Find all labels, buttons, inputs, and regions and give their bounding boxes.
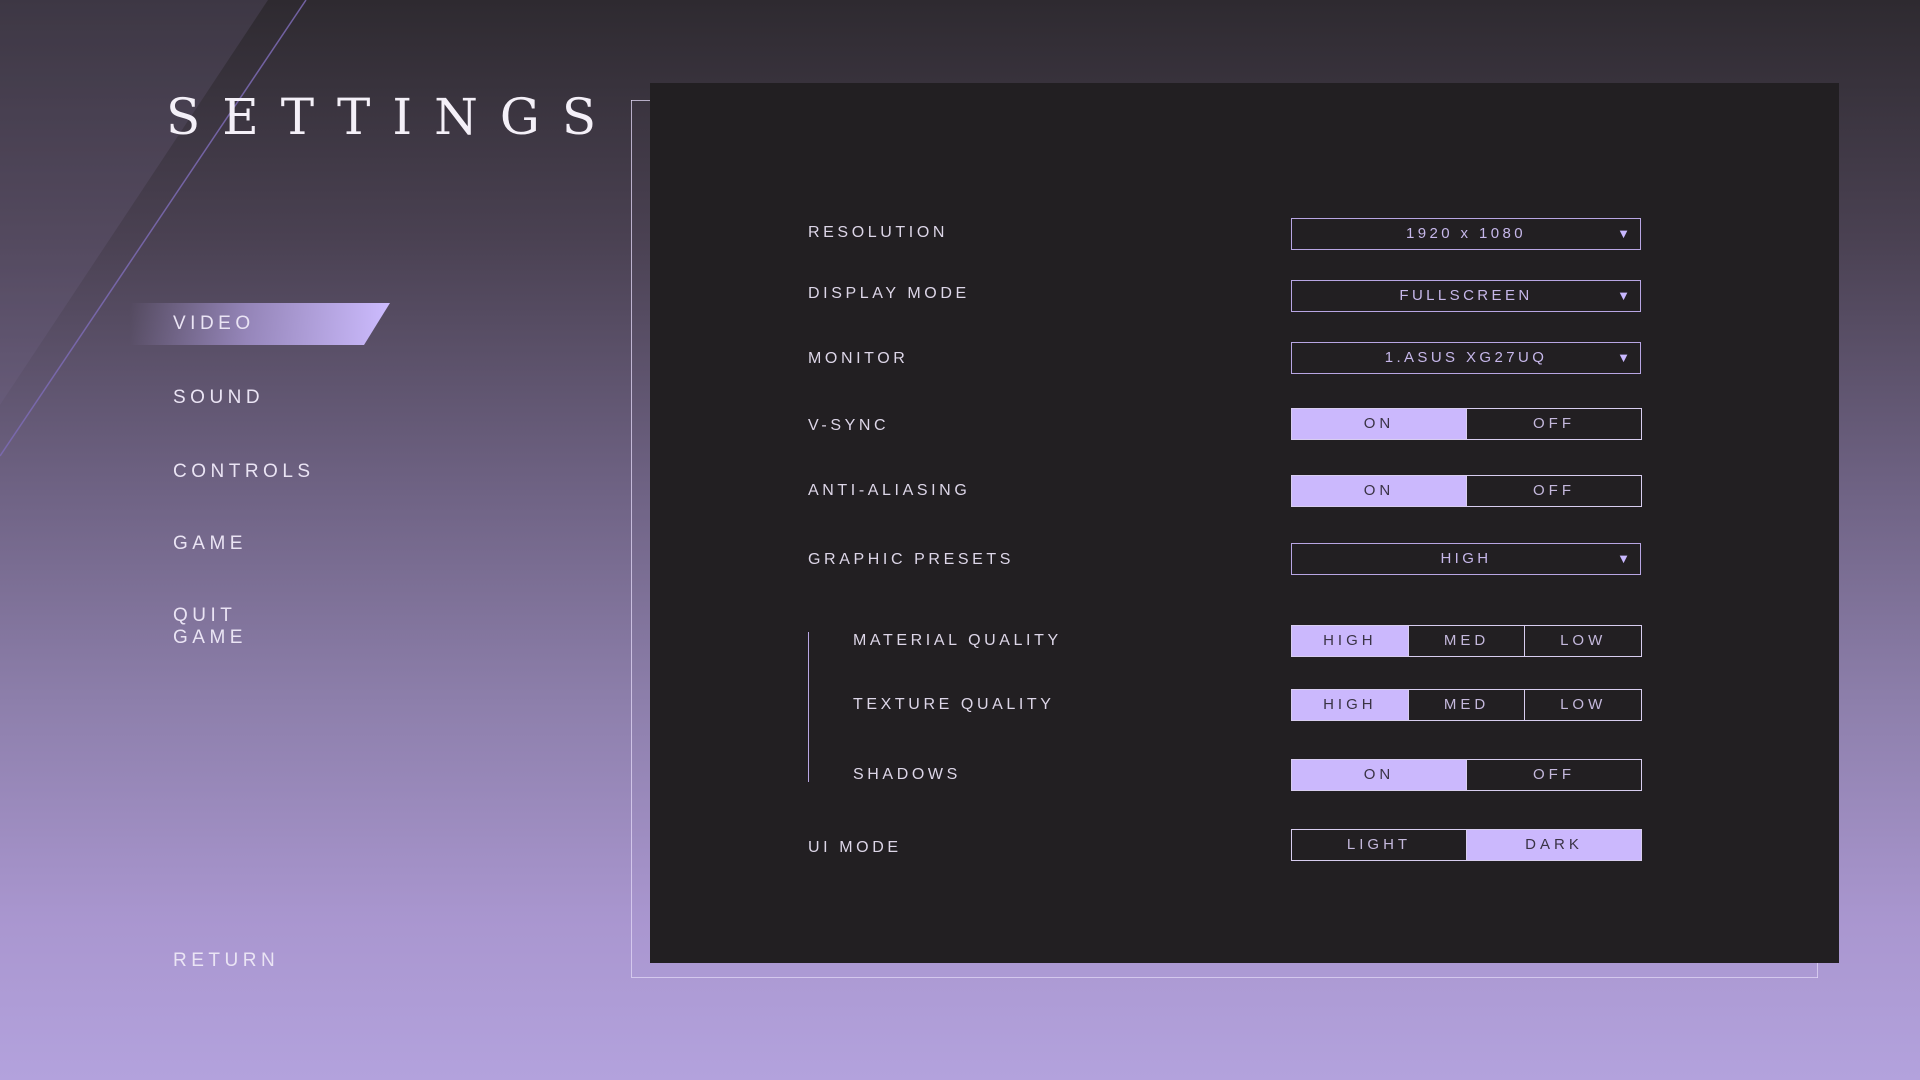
chevron-down-icon: ▼	[1617, 288, 1630, 303]
texture-quality-low-option[interactable]: LOW	[1524, 690, 1641, 720]
nav-item-controls[interactable]: CONTROLS	[173, 461, 315, 483]
anti-aliasing-label: ANTI-ALIASING	[808, 482, 971, 499]
graphic-presets-label: GRAPHIC PRESETS	[808, 551, 1015, 568]
vsync-toggle: ON OFF	[1291, 408, 1642, 440]
presets-sub-bracket	[808, 632, 809, 782]
nav-item-video[interactable]: VIDEO	[173, 313, 255, 335]
ui-mode-label: UI MODE	[808, 839, 902, 856]
material-quality-selector: HIGH MED LOW	[1291, 625, 1642, 657]
video-settings-panel: RESOLUTION 1920 x 1080 ▼ DISPLAY MODE FU…	[650, 83, 1839, 963]
texture-quality-label: TEXTURE QUALITY	[853, 696, 1055, 713]
anti-aliasing-off-option[interactable]: OFF	[1466, 476, 1641, 506]
page-title: SETTINGS	[166, 88, 619, 146]
anti-aliasing-toggle: ON OFF	[1291, 475, 1642, 507]
resolution-value: 1920 x 1080	[1406, 225, 1526, 242]
chevron-down-icon: ▼	[1617, 350, 1630, 365]
shadows-label: SHADOWS	[853, 766, 961, 783]
vsync-label: V-SYNC	[808, 417, 890, 434]
monitor-dropdown[interactable]: 1.ASUS XG27UQ ▼	[1291, 342, 1641, 374]
vsync-off-option[interactable]: OFF	[1466, 409, 1641, 439]
nav-item-quit-game[interactable]: QUIT GAME	[173, 605, 247, 649]
ui-mode-light-option[interactable]: LIGHT	[1292, 830, 1466, 860]
monitor-value: 1.ASUS XG27UQ	[1384, 349, 1548, 366]
material-quality-label: MATERIAL QUALITY	[853, 632, 1062, 649]
display-mode-label: DISPLAY MODE	[808, 285, 970, 302]
material-quality-med-option[interactable]: MED	[1407, 626, 1525, 656]
texture-quality-high-option[interactable]: HIGH	[1292, 690, 1408, 720]
return-button[interactable]: RETURN	[173, 950, 279, 972]
ui-mode-toggle: LIGHT DARK	[1291, 829, 1642, 861]
nav-active-highlight	[130, 303, 390, 345]
texture-quality-med-option[interactable]: MED	[1407, 690, 1525, 720]
material-quality-high-option[interactable]: HIGH	[1292, 626, 1408, 656]
nav-item-game[interactable]: GAME	[173, 533, 247, 555]
anti-aliasing-on-option[interactable]: ON	[1292, 476, 1466, 506]
shadows-off-option[interactable]: OFF	[1466, 760, 1641, 790]
graphic-presets-dropdown[interactable]: HIGH ▼	[1291, 543, 1641, 575]
material-quality-low-option[interactable]: LOW	[1524, 626, 1641, 656]
chevron-down-icon: ▼	[1617, 551, 1630, 566]
resolution-dropdown[interactable]: 1920 x 1080 ▼	[1291, 218, 1641, 250]
chevron-down-icon: ▼	[1617, 226, 1630, 241]
graphic-presets-value: HIGH	[1440, 550, 1492, 567]
display-mode-value: FULLSCREEN	[1399, 287, 1533, 304]
display-mode-dropdown[interactable]: FULLSCREEN ▼	[1291, 280, 1641, 312]
shadows-on-option[interactable]: ON	[1292, 760, 1466, 790]
texture-quality-selector: HIGH MED LOW	[1291, 689, 1642, 721]
resolution-label: RESOLUTION	[808, 224, 949, 241]
nav-item-sound[interactable]: SOUND	[173, 387, 264, 409]
ui-mode-dark-option[interactable]: DARK	[1466, 830, 1641, 860]
vsync-on-option[interactable]: ON	[1292, 409, 1466, 439]
shadows-toggle: ON OFF	[1291, 759, 1642, 791]
monitor-label: MONITOR	[808, 350, 909, 367]
